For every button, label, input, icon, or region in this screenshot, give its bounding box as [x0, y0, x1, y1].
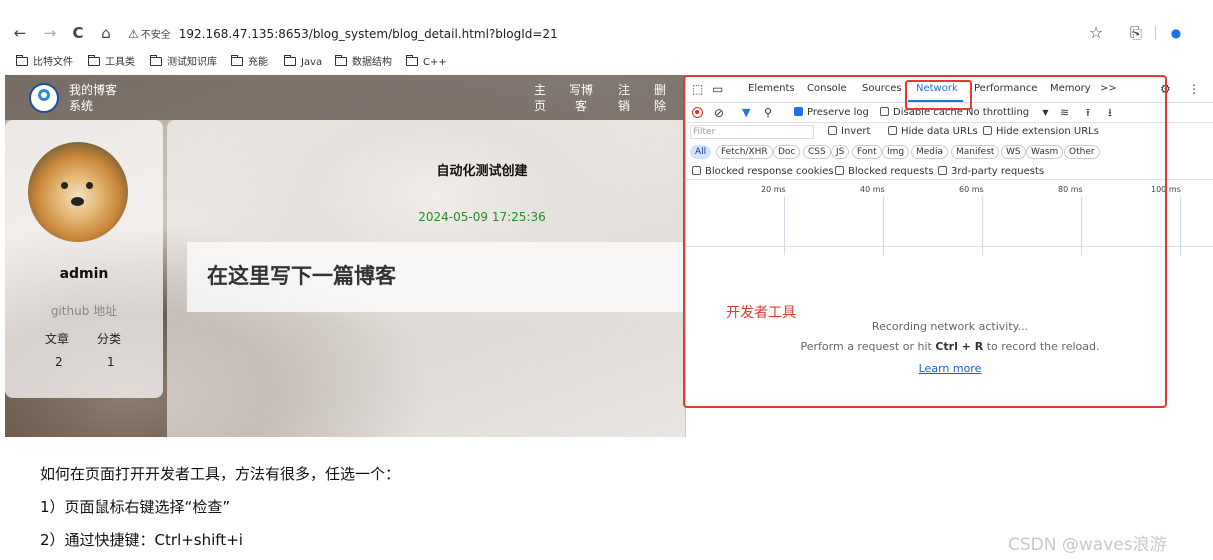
arrow-left-icon: ← — [13, 24, 27, 42]
more-options-icon[interactable]: ⋮ — [1188, 75, 1200, 103]
categories-label: 分类 — [97, 332, 122, 346]
toolbar-divider — [1155, 26, 1156, 40]
warning-icon: ⚠ — [128, 27, 139, 41]
blog-content-text: 在这里写下一篇博客 — [207, 264, 396, 288]
bookmark-item[interactable]: 充能 — [231, 55, 268, 71]
article-line: 如何在页面打开开发者工具，方法有很多，任选一个： — [40, 465, 401, 483]
folder-icon — [150, 55, 162, 66]
article-line: 1）页面鼠标右键选择“检查” — [40, 498, 231, 516]
home-icon: ⌂ — [101, 24, 111, 42]
site-logo — [29, 83, 59, 113]
reload-icon: C — [72, 24, 84, 42]
nav-delete-link[interactable]: 删除 — [653, 82, 667, 114]
profile-button[interactable]: ● — [1166, 23, 1186, 43]
network-tab-highlight-box — [905, 80, 972, 110]
bookmark-item[interactable]: 比特文件 — [16, 55, 73, 71]
nav-write-link[interactable]: 写博客 — [567, 82, 595, 114]
forward-button[interactable]: → — [40, 23, 60, 43]
reload-button[interactable]: C — [68, 23, 88, 43]
extensions-button[interactable]: ⎘ — [1126, 23, 1146, 43]
folder-icon — [284, 55, 296, 66]
address-bar[interactable]: ⚠ 不安全 192.168.47.135:8653/blog_system/blog… — [128, 21, 1068, 47]
nav-logout-link[interactable]: 注销 — [617, 82, 631, 114]
blog-date: 2024-05-09 17:25:36 — [418, 210, 546, 224]
security-indicator[interactable]: ⚠ 不安全 — [128, 21, 171, 49]
devtools-highlight-box — [683, 75, 1167, 408]
site-navbar: 我的博客 系统 主页 写博客 注销 删除 — [5, 75, 685, 120]
home-button[interactable]: ⌂ — [96, 23, 116, 43]
profile-icon: ● — [1170, 26, 1182, 40]
site-name: 我的博客 系统 — [69, 83, 118, 113]
blog-content: 在这里写下一篇博客 — [187, 242, 685, 312]
bookmark-star-button[interactable]: ☆ — [1086, 23, 1106, 43]
bookmark-item[interactable]: 测试知识库 — [150, 55, 217, 71]
folder-icon — [88, 55, 100, 66]
browser-chrome: ← → C ⌂ ⚠ 不安全 192.168.47.135:8653/blog_sys… — [0, 0, 1213, 75]
avatar — [28, 142, 128, 242]
nav-home-link[interactable]: 主页 — [533, 82, 547, 114]
folder-icon — [231, 55, 243, 66]
bookmark-item[interactable]: 数据结构 — [335, 55, 392, 71]
extensions-icon: ⎘ — [1129, 24, 1142, 42]
csdn-watermark: CSDN @waves浪游 — [1008, 535, 1167, 555]
devtools-annotation-label: 开发者工具 — [726, 305, 796, 321]
user-card: admin github 地址 文章 分类 2 1 — [5, 120, 163, 398]
github-link[interactable]: github 地址 — [5, 302, 163, 319]
url-text: 192.168.47.135:8653/blog_system/blog_det… — [178, 27, 558, 41]
username: admin — [59, 266, 109, 282]
blog-detail-card: 自动化测试创建 2024-05-09 17:25:36 在这里写下一篇博客 — [167, 120, 685, 437]
categories-count: 1 — [107, 355, 115, 369]
star-icon: ☆ — [1088, 23, 1104, 42]
articles-label: 文章 — [45, 332, 70, 346]
logo-mark-icon — [38, 89, 50, 101]
bookmark-item[interactable]: Java — [284, 55, 322, 71]
folder-icon — [335, 55, 347, 66]
article-line: 2）通过快捷键：Ctrl+shift+i — [40, 531, 243, 549]
folder-icon — [16, 55, 28, 66]
blog-page: 我的博客 系统 主页 写博客 注销 删除 admin github 地址 文章 … — [5, 75, 685, 437]
articles-count: 2 — [55, 355, 63, 369]
bookmark-item[interactable]: 工具类 — [88, 55, 135, 71]
blog-title: 自动化测试创建 — [436, 164, 528, 179]
folder-icon — [406, 55, 418, 66]
bookmark-item[interactable]: C++ — [406, 55, 447, 71]
back-button[interactable]: ← — [10, 23, 30, 43]
arrow-right-icon: → — [43, 24, 57, 42]
